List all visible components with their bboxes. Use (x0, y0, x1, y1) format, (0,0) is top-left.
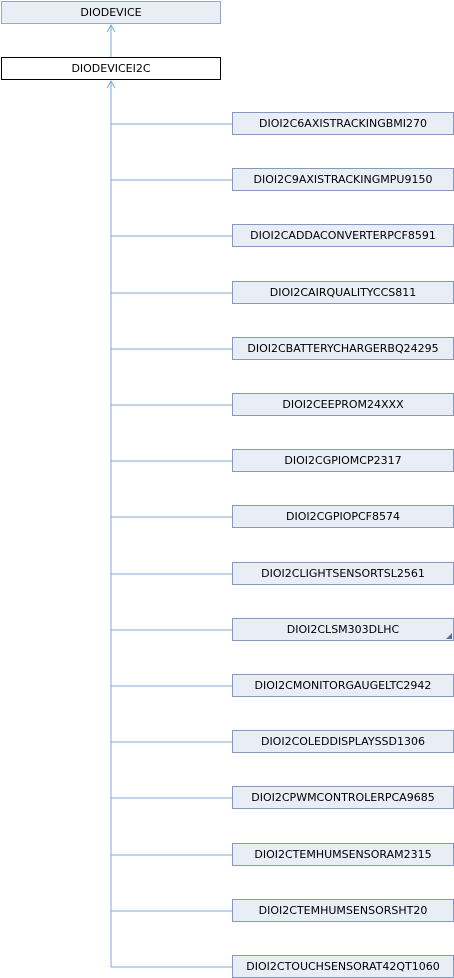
derived-class-node[interactable]: DIOI2CBATTERYCHARGERBQ24295 (232, 337, 454, 360)
derived-class-label: DIOI2CGPIOPCF8574 (286, 510, 400, 523)
derived-class-node[interactable]: DIOI2CGPIOPCF8574 (232, 505, 454, 528)
derived-class-node[interactable]: DIOI2C6AXISTRACKINGBMI270 (232, 112, 454, 135)
derived-class-label: DIOI2CLSM303DLHC (286, 623, 400, 636)
derived-class-node[interactable]: DIOI2C9AXISTRACKINGMPU9150 (232, 168, 454, 191)
derived-class-label: DIOI2COLEDDISPLAYSSD1306 (260, 735, 426, 748)
derived-class-node[interactable]: DIOI2COLEDDISPLAYSSD1306 (232, 730, 454, 753)
derived-class-node[interactable]: DIOI2CAIRQUALITYCCS811 (232, 281, 454, 304)
derived-class-node[interactable]: DIOI2CTOUCHSENSORAT42QT1060 (232, 955, 454, 978)
inheritance-edges (106, 23, 232, 968)
derived-class-label: DIOI2CGPIOMCP2317 (284, 454, 402, 467)
derived-class-label: DIOI2C6AXISTRACKINGBMI270 (259, 117, 427, 130)
derived-class-label: DIOI2C9AXISTRACKINGMPU9150 (253, 173, 433, 186)
derived-class-node[interactable]: DIOI2CLIGHTSENSORTSL2561 (232, 562, 454, 585)
derived-class-label: DIOI2CTOUCHSENSORAT42QT1060 (246, 960, 440, 973)
derived-class-node[interactable]: DIOI2CEEPROM24XXX (232, 393, 454, 416)
more-indicator-icon (446, 633, 452, 639)
derived-class-node[interactable]: DIOI2CTEMHUMSENSORSHT20 (232, 899, 454, 922)
derived-class-label: DIOI2CADDACONVERTERPCF8591 (250, 229, 436, 242)
derived-class-node[interactable]: DIOI2CPWMCONTROLERPCA9685 (232, 786, 454, 809)
current-class-label: DIODEVICEI2C (71, 62, 151, 75)
derived-class-label: DIOI2CLIGHTSENSORTSL2561 (261, 567, 425, 580)
derived-class-label: DIOI2CMONITORGAUGELTC2942 (254, 679, 432, 692)
derived-class-node[interactable]: DIOI2CMONITORGAUGELTC2942 (232, 674, 454, 697)
base-class-label: DIODEVICE (80, 6, 142, 19)
derived-class-label: DIOI2CTEMHUMSENSORSHT20 (258, 904, 428, 917)
derived-class-node[interactable]: DIOI2CADDACONVERTERPCF8591 (232, 224, 454, 247)
current-class-node: DIODEVICEI2C (1, 57, 221, 80)
derived-class-label: DIOI2CPWMCONTROLERPCA9685 (251, 791, 435, 804)
base-class-node[interactable]: DIODEVICE (1, 1, 221, 24)
derived-class-node[interactable]: DIOI2CTEMHUMSENSORAM2315 (232, 843, 454, 866)
derived-class-node[interactable]: DIOI2CLSM303DLHC (232, 618, 454, 641)
derived-class-label: DIOI2CAIRQUALITYCCS811 (269, 286, 417, 299)
derived-class-label: DIOI2CBATTERYCHARGERBQ24295 (247, 342, 439, 355)
derived-class-label: DIOI2CEEPROM24XXX (282, 398, 404, 411)
derived-class-label: DIOI2CTEMHUMSENSORAM2315 (254, 848, 432, 861)
derived-class-node[interactable]: DIOI2CGPIOMCP2317 (232, 449, 454, 472)
